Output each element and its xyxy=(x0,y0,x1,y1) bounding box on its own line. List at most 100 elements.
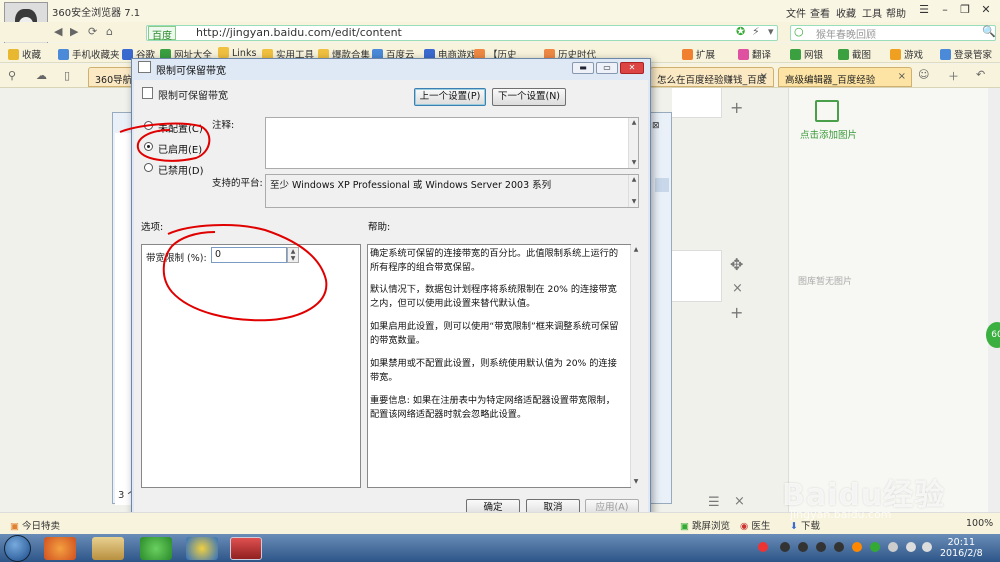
platform-scrollbar[interactable]: ▲ ▼ xyxy=(628,175,638,207)
fav-item-mobile[interactable]: 手机收藏夹 xyxy=(58,47,120,61)
options-panel xyxy=(141,244,361,488)
fav-item-extend[interactable]: 扩展 xyxy=(682,47,715,61)
radio-not-configured-label[interactable]: 未配置(C) xyxy=(158,120,203,135)
bandwidth-spinner[interactable]: ▲ ▼ xyxy=(287,247,299,263)
lightning-icon[interactable]: ⚡ xyxy=(752,25,760,38)
radio-enabled-label[interactable]: 已启用(E) xyxy=(158,141,202,156)
list-icon[interactable]: ☰ xyxy=(708,495,720,510)
browser-title: 360安全浏览器 7.1 xyxy=(52,8,141,19)
add-step-icon[interactable]: + xyxy=(730,98,743,117)
menu-tools[interactable]: 工具 xyxy=(862,5,882,20)
editor-block[interactable] xyxy=(672,88,722,118)
tab-close-icon[interactable]: × xyxy=(898,71,906,82)
tray-icon[interactable] xyxy=(816,542,826,552)
start-button[interactable] xyxy=(4,535,31,562)
tab-advanced-editor[interactable]: 高级编辑器_百度经验 × xyxy=(778,67,912,87)
phone-icon[interactable]: ▯ xyxy=(64,69,70,82)
options-label: 选项: xyxy=(141,222,164,233)
radio-not-configured[interactable] xyxy=(144,121,153,130)
jump-browse-button[interactable]: ▣ 跳屏浏览 xyxy=(680,518,730,532)
delete-icon[interactable]: × xyxy=(734,494,745,509)
volume-icon[interactable] xyxy=(906,542,916,552)
zoom-level[interactable]: 100% xyxy=(966,518,993,529)
dialog-maximize-button[interactable]: ▭ xyxy=(596,62,618,74)
network-icon[interactable] xyxy=(922,542,932,552)
refresh-icon[interactable]: ⟳ xyxy=(88,25,97,38)
add-image-link[interactable]: 点击添加图片 xyxy=(800,127,857,141)
daily-deals-link[interactable]: ▣ 今日特卖 xyxy=(10,518,60,532)
move-icon[interactable]: ✥ xyxy=(730,255,743,274)
search-icon[interactable]: ○ xyxy=(794,25,804,38)
tab-360-nav[interactable]: 360导航 xyxy=(88,67,134,87)
home-icon[interactable]: ⌂ xyxy=(106,25,113,38)
fav-item-bank[interactable]: 网银 xyxy=(790,47,823,61)
help-scrollbar[interactable]: ▲ ▼ xyxy=(630,245,641,487)
search-engine-selector[interactable]: 百度 xyxy=(148,26,176,42)
undo-close-icon[interactable]: ↶ xyxy=(976,68,985,81)
tray-icon[interactable] xyxy=(798,542,808,552)
help-paragraph: 确定系统可保留的连接带宽的百分比。此值限制系统上运行的所有程序的组合带宽保留。 xyxy=(370,248,619,273)
page-scrollbar[interactable] xyxy=(988,88,1000,512)
window-settings-icon[interactable]: ☰ xyxy=(915,3,933,17)
dropdown-arrow-icon[interactable]: ▾ xyxy=(768,25,774,38)
menu-file[interactable]: 文件 xyxy=(786,5,806,20)
search-go-icon[interactable]: 🔍 xyxy=(982,25,996,38)
radio-disabled-label[interactable]: 已禁用(D) xyxy=(158,162,204,177)
window-minimize-button[interactable]: – xyxy=(936,3,954,17)
fav-item-screenshot[interactable]: 截图 xyxy=(838,47,871,61)
window-restore-button[interactable]: ❐ xyxy=(956,3,974,17)
new-tab-icon[interactable]: ＋ xyxy=(948,68,959,84)
fav-item-login[interactable]: 登录管家 xyxy=(940,47,992,61)
background-window-header xyxy=(655,178,669,192)
360-browser-taskbar-icon[interactable] xyxy=(44,537,76,560)
next-setting-button[interactable]: 下一个设置(N) xyxy=(492,88,566,106)
taskbar-clock[interactable]: 20:11 2016/2/8 xyxy=(940,537,983,559)
add-image-icon[interactable] xyxy=(815,100,839,122)
tab-baidu-earn[interactable]: 怎么在百度经验赚钱_百度 × xyxy=(650,67,774,87)
tray-icon[interactable] xyxy=(852,542,862,552)
no-image-text: 图库暂无图片 xyxy=(798,277,853,287)
cloud-icon[interactable]: ☁ xyxy=(36,69,47,82)
fav-item-collect[interactable]: 收藏 xyxy=(8,47,41,61)
comment-scrollbar[interactable]: ▲ ▼ xyxy=(628,118,638,168)
radio-disabled[interactable] xyxy=(144,163,153,172)
tab-list-icon[interactable]: ⚲ xyxy=(8,69,16,82)
file-explorer-taskbar-icon[interactable] xyxy=(92,537,124,560)
tray-icon[interactable] xyxy=(888,542,898,552)
comment-textarea[interactable]: ▲ ▼ xyxy=(265,117,639,169)
tray-icon[interactable] xyxy=(780,542,790,552)
ie-taskbar-icon[interactable] xyxy=(140,537,172,560)
mascot-icon[interactable]: ☺ xyxy=(918,68,929,81)
back-arrow-icon[interactable]: ◀ xyxy=(54,25,62,38)
doctor-button[interactable]: ◉ 医生 xyxy=(740,518,770,532)
add-step-icon[interactable]: + xyxy=(730,303,743,322)
editor-block[interactable] xyxy=(672,250,722,302)
window-close-button[interactable]: ✕ xyxy=(977,3,995,17)
menu-favorites[interactable]: 收藏 xyxy=(836,5,856,20)
dialog-minimize-button[interactable]: ▬ xyxy=(572,62,594,74)
delete-icon[interactable]: × xyxy=(732,281,743,296)
help-paragraph: 如果启用此设置，则可以使用“带宽限制”框来调整系统可保留的带宽数量。 xyxy=(370,321,619,346)
forward-arrow-icon[interactable]: ▶ xyxy=(70,25,78,38)
fav-item-translate[interactable]: 翻译 xyxy=(738,47,771,61)
dialog-close-button[interactable]: ✕ xyxy=(620,62,644,74)
background-window-close-icon[interactable]: ⊠ xyxy=(652,121,664,131)
previous-setting-button[interactable]: 上一个设置(P) xyxy=(414,88,486,106)
platform-label: 支持的平台: xyxy=(212,178,263,189)
fav-item-game[interactable]: 游戏 xyxy=(890,47,923,61)
tray-icon[interactable] xyxy=(870,542,880,552)
tab-close-icon[interactable]: × xyxy=(760,71,768,82)
address-url[interactable]: http://jingyan.baidu.com/edit/content xyxy=(196,26,402,39)
security-shield-icon[interactable]: ✪ xyxy=(736,25,745,38)
help-label: 帮助: xyxy=(368,222,391,233)
policy-icon xyxy=(142,87,153,99)
tray-icon[interactable] xyxy=(834,542,844,552)
menu-help[interactable]: 帮助 xyxy=(886,5,906,20)
policy-editor-taskbar-icon[interactable] xyxy=(230,537,262,560)
watermark-url: jingyan.baidu.com xyxy=(790,508,892,521)
app-taskbar-icon[interactable] xyxy=(186,537,218,560)
tray-icon[interactable] xyxy=(758,542,768,552)
bandwidth-limit-input[interactable]: 0 xyxy=(211,247,287,263)
radio-enabled[interactable] xyxy=(144,142,153,151)
menu-view[interactable]: 查看 xyxy=(810,5,830,20)
